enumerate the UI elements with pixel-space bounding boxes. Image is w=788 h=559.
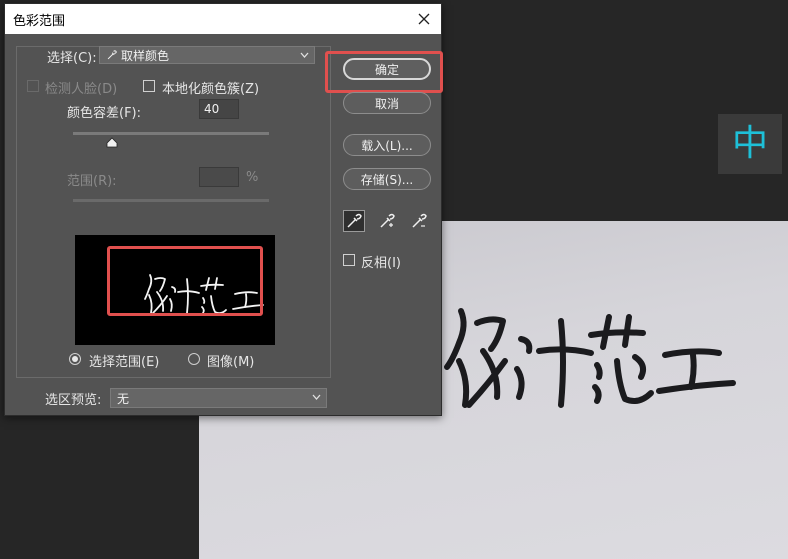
cancel-button-label: 取消 (374, 96, 399, 111)
save-button-label: 存储(S)... (360, 172, 414, 187)
selection-preview (75, 235, 275, 345)
ime-indicator[interactable]: 中 (718, 114, 782, 174)
range-unit: % (246, 170, 259, 185)
ime-indicator-text: 中 (731, 123, 768, 164)
localized-clusters-checkbox[interactable] (143, 80, 155, 92)
close-icon (418, 13, 430, 25)
load-button-label: 载入(L)... (361, 138, 413, 153)
load-button[interactable]: 载入(L)... (343, 134, 431, 156)
selection-radio-label: 选择范围(E) (89, 355, 160, 370)
range-input (199, 167, 239, 187)
fuzziness-label: 颜色容差(F): (67, 106, 142, 121)
selection-preview-dropdown[interactable]: 无 (110, 388, 327, 408)
image-radio[interactable] (188, 353, 200, 365)
select-label: 选择(C): (47, 51, 97, 66)
detect-faces-checkbox (27, 80, 39, 92)
ok-button[interactable]: 确定 (343, 58, 431, 80)
eyedropper-minus-icon (412, 213, 427, 228)
invert-checkbox[interactable] (343, 254, 355, 266)
close-button[interactable] (415, 10, 433, 28)
color-range-dialog: 色彩范围 选择(C): 取样颜色 检测人脸(D) 本地化颜色簇(Z) 颜色容差(… (4, 3, 443, 416)
chevron-down-icon (298, 48, 310, 62)
eyedropper-icon (107, 49, 117, 59)
eyedropper-plus-icon (380, 213, 395, 228)
range-label: 范围(R): (67, 174, 117, 189)
selection-radio[interactable] (69, 353, 81, 365)
localized-clusters-label: 本地化颜色簇(Z) (162, 82, 260, 97)
selection-preview-label: 选区预览: (45, 393, 102, 408)
save-button[interactable]: 存储(S)... (343, 168, 431, 190)
chevron-down-icon (310, 390, 322, 404)
fuzziness-slider-track[interactable] (73, 132, 269, 135)
range-slider-track (73, 199, 269, 202)
invert-label: 反相(I) (361, 256, 401, 271)
dialog-title: 色彩范围 (13, 13, 66, 29)
fuzziness-slider-thumb[interactable] (106, 137, 118, 148)
cancel-button[interactable]: 取消 (343, 92, 431, 114)
eyedropper-tool[interactable] (343, 210, 365, 232)
fuzziness-value: 40 (204, 102, 220, 116)
preview-mask-image (144, 274, 264, 315)
detect-faces-label: 检测人脸(D) (45, 82, 118, 97)
selection-preview-value: 无 (117, 391, 130, 406)
select-value: 取样颜色 (121, 48, 170, 63)
dialog-titlebar[interactable]: 色彩范围 (5, 4, 441, 34)
image-radio-label: 图像(M) (207, 355, 255, 370)
eyedropper-subtract-tool[interactable] (408, 210, 430, 232)
select-dropdown[interactable]: 取样颜色 (99, 46, 315, 64)
eyedropper-add-tool[interactable] (376, 210, 398, 232)
ok-button-label: 确定 (374, 62, 399, 77)
eyedropper-icon (347, 213, 362, 228)
fuzziness-input[interactable]: 40 (199, 99, 239, 119)
